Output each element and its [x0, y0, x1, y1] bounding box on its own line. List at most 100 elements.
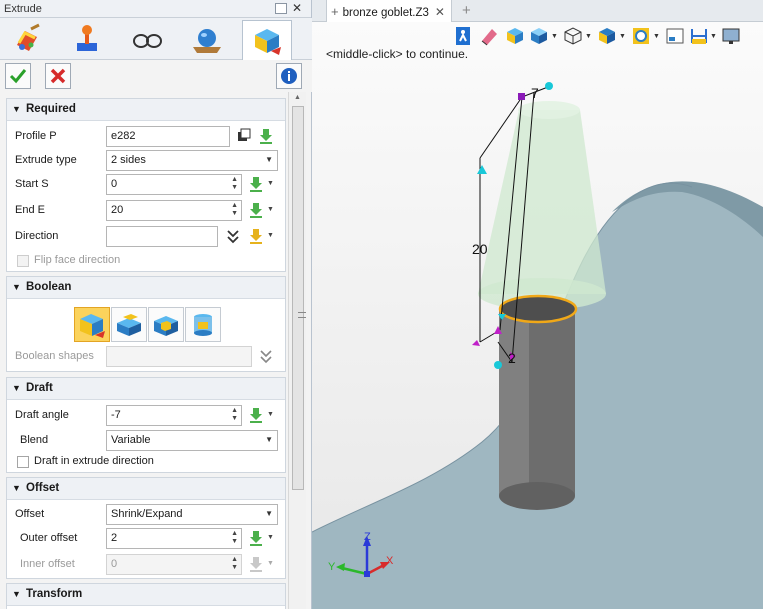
draft-direction-checkbox[interactable] [17, 456, 29, 468]
ok-button[interactable] [5, 63, 31, 89]
bool-remove-button[interactable] [148, 307, 184, 342]
wireframe-box-icon[interactable] [562, 25, 584, 47]
view-cube-icon[interactable] [596, 25, 618, 47]
dimension-20: 20 [472, 241, 488, 257]
handle-cyan-top [477, 165, 487, 174]
offset-row: Offset Shrink/Expand ▼ [7, 503, 287, 527]
transform-header[interactable]: ▼ Transform [7, 584, 285, 606]
chevron-down-icon: ▼ [265, 509, 273, 518]
draft-angle-input[interactable]: -7 ▲ ▼ [106, 405, 242, 426]
offset-header[interactable]: ▼ Offset [7, 478, 285, 500]
restore-icon[interactable] [275, 3, 287, 14]
bool-intersect-button[interactable] [185, 307, 221, 342]
monitor-icon[interactable] [720, 25, 742, 47]
axis-x-label: X [386, 555, 394, 567]
dropdown-icon[interactable]: ▼ [551, 33, 558, 55]
close-icon[interactable]: ✕ [292, 2, 304, 14]
chevron-down-icon: ▼ [265, 155, 273, 164]
joystick-icon[interactable] [62, 20, 112, 58]
profile-outline [498, 294, 578, 324]
flip-checkbox[interactable] [17, 255, 29, 267]
inner-offset-input[interactable]: 0 ▲ ▼ [106, 554, 242, 575]
new-tab-icon[interactable]: + [462, 2, 471, 19]
start-row: Start S 0 ▲ ▼ ▼ [7, 173, 287, 197]
direction-row: Direction ▼ [7, 225, 287, 249]
draft-header[interactable]: ▼ Draft [7, 378, 285, 400]
close-tab-icon[interactable]: ✕ [435, 5, 445, 19]
info-icon [281, 68, 297, 84]
dropdown-icon[interactable]: ▼ [267, 180, 275, 198]
document-area: + bronze goblet.Z3 ✕ + 20 2 7 Z X Y <mid… [312, 0, 763, 609]
cancel-button[interactable] [45, 63, 71, 89]
panel-scrollbar[interactable]: ▲ [288, 92, 306, 609]
dropdown-icon[interactable]: ▼ [653, 33, 660, 55]
command-toolbar [0, 18, 312, 61]
document-plus-icon: + [331, 4, 339, 19]
profile-row: Profile P e282 [7, 125, 287, 149]
pick-arrow-icon[interactable] [248, 406, 264, 424]
display-icon[interactable] [664, 25, 686, 47]
help-button[interactable] [276, 63, 302, 89]
pick-arrow-icon[interactable] [258, 127, 274, 145]
scroll-up-icon[interactable]: ▲ [294, 94, 301, 101]
offset-select[interactable]: Shrink/Expand ▼ [106, 504, 278, 525]
end-input[interactable]: 20 ▲ ▼ [106, 200, 242, 221]
copy-icon[interactable] [236, 127, 252, 145]
collapse-triangle-icon: ▼ [12, 282, 21, 292]
direction-field[interactable] [106, 226, 218, 247]
inner-offset-row: Inner offset 0 ▲ ▼ ▼ [7, 553, 287, 577]
draft-top [518, 101, 580, 119]
checkmark-icon [9, 69, 27, 84]
3d-viewport[interactable]: 20 2 7 Z X Y <middle-click> to continue. [312, 22, 763, 609]
blend-select[interactable]: Variable ▼ [106, 430, 278, 451]
pick-arrow-icon[interactable] [248, 175, 264, 193]
render-mode-icon[interactable] [528, 25, 550, 47]
profile-field[interactable]: e282 [106, 126, 230, 147]
dropdown-icon[interactable]: ▼ [267, 411, 275, 429]
boolean-section: ▼ Boolean Boolean shapes [6, 276, 286, 372]
dropdown-icon[interactable]: ▼ [267, 534, 275, 552]
panel-title: Extrude [4, 3, 42, 15]
dropdown-icon[interactable]: ▼ [267, 232, 275, 250]
pick-arrow-icon[interactable] [248, 529, 264, 547]
double-chevron-icon[interactable] [258, 347, 274, 365]
bool-add-button[interactable] [111, 307, 147, 342]
extrude-type-select[interactable]: 2 sides ▼ [106, 150, 278, 171]
eraser-icon[interactable] [478, 25, 500, 47]
transform-section: ▼ Transform [6, 583, 286, 609]
pick-arrow-yellow-icon[interactable] [248, 227, 264, 245]
document-tab[interactable]: + bronze goblet.Z3 ✕ [326, 0, 452, 22]
pick-arrow-disabled-icon[interactable] [248, 555, 264, 573]
x-icon [50, 68, 66, 84]
spinner-icon: ▲ ▼ [231, 556, 238, 571]
boolean-header[interactable]: ▼ Boolean [7, 277, 285, 299]
cylinder-bottom [499, 482, 575, 510]
focus-icon[interactable] [630, 25, 652, 47]
dropdown-icon[interactable]: ▼ [585, 33, 592, 55]
end-row: End E 20 ▲ ▼ ▼ [7, 199, 287, 223]
dimension-icon[interactable] [688, 25, 710, 47]
axis-y-label: Y [328, 561, 336, 573]
double-chevron-icon[interactable] [225, 227, 241, 245]
shaded-box-icon[interactable] [504, 25, 526, 47]
dropdown-icon[interactable]: ▼ [619, 33, 626, 55]
glasses-icon[interactable] [122, 20, 172, 58]
required-header[interactable]: ▼ Required [7, 99, 285, 121]
start-input[interactable]: 0 ▲ ▼ [106, 174, 242, 195]
extrude-solid-icon[interactable] [2, 20, 52, 58]
boolean-shapes-field[interactable] [106, 346, 252, 367]
scene-drawing[interactable]: 20 2 7 Z X Y [312, 22, 763, 609]
exit-icon[interactable] [452, 25, 474, 47]
bool-base-button[interactable] [74, 307, 110, 342]
dimension-7: 7 [531, 85, 539, 101]
sphere-plane-icon[interactable] [182, 20, 232, 58]
extrude-active-icon[interactable] [242, 20, 292, 61]
outer-offset-input[interactable]: 2 ▲ ▼ [106, 528, 242, 549]
pick-arrow-icon[interactable] [248, 201, 264, 219]
scroll-thumb[interactable] [292, 106, 306, 490]
dropdown-icon[interactable]: ▼ [710, 33, 717, 55]
axis-z-label: Z [364, 531, 371, 543]
intersect-shape-icon [194, 313, 212, 336]
dropdown-icon[interactable]: ▼ [267, 206, 275, 224]
dropdown-icon[interactable]: ▼ [267, 560, 275, 578]
